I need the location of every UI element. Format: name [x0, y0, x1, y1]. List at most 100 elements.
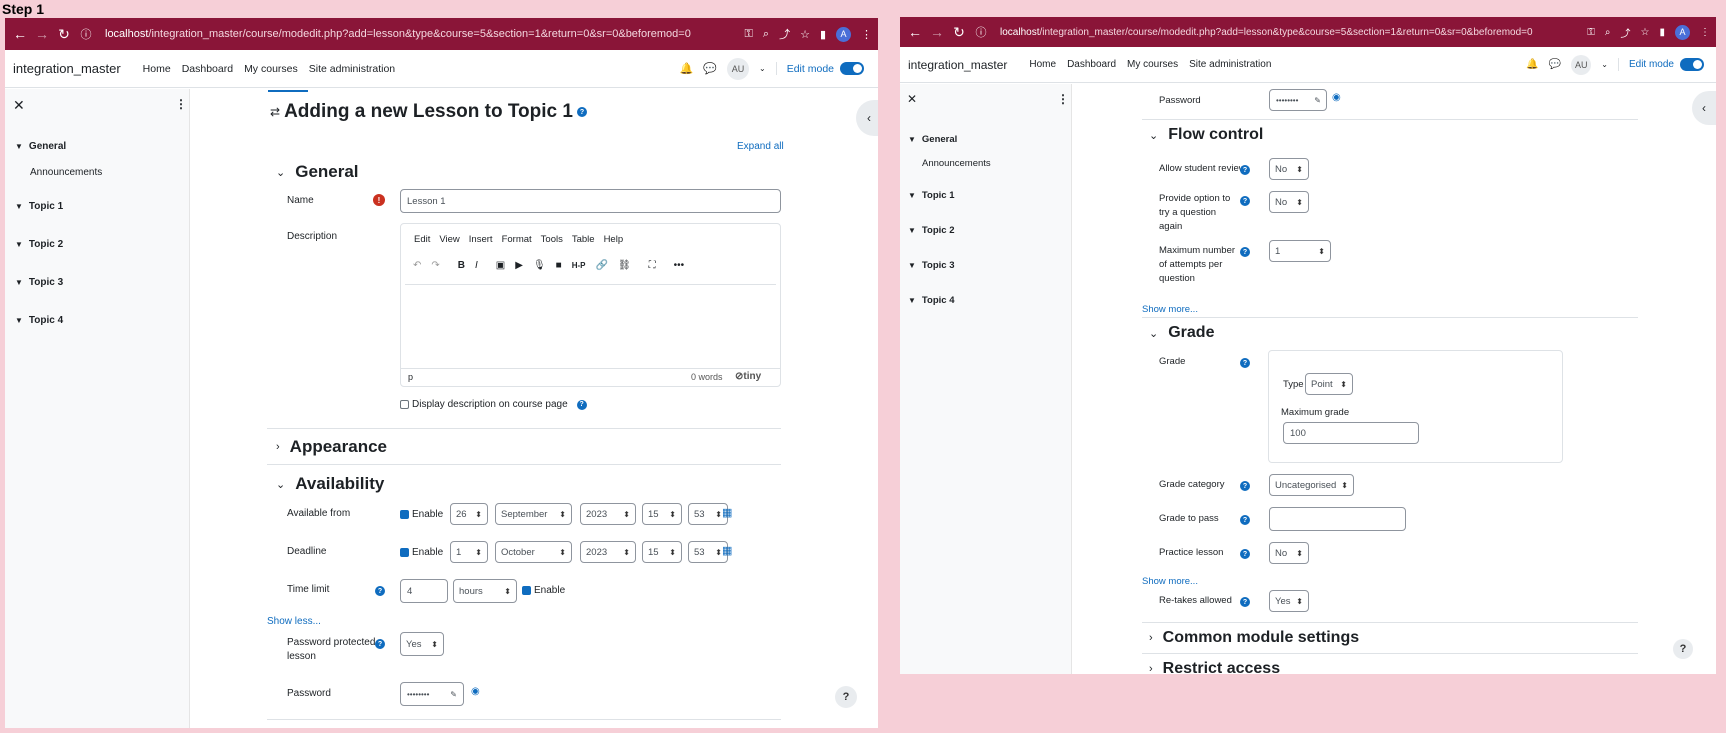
help-icon[interactable]: ?	[1240, 515, 1250, 525]
h5p-icon[interactable]: H-P	[572, 261, 586, 270]
deadline-enable[interactable]: Enable	[400, 547, 443, 558]
forward-icon[interactable]: →	[926, 24, 948, 40]
pencil-icon[interactable]: ✎	[450, 690, 457, 699]
retakes-select[interactable]: Yes	[1269, 590, 1309, 612]
edit-mode-toggle[interactable]: Edit mode	[775, 62, 864, 75]
enable-checkbox[interactable]	[400, 548, 409, 557]
grade-category-select[interactable]: Uncategorised	[1269, 474, 1354, 496]
editor-menu-edit[interactable]: Edit	[414, 234, 430, 245]
editor-menu-tools[interactable]: Tools	[541, 234, 563, 245]
toggle-switch[interactable]	[840, 62, 864, 75]
italic-icon[interactable]: I	[475, 260, 478, 271]
section-restrict-access[interactable]: › Restrict access	[1149, 660, 1280, 674]
help-icon[interactable]: ?	[1240, 165, 1250, 175]
nav-site-admin[interactable]: Site administration	[309, 63, 395, 75]
menu-icon[interactable]: ⋮	[1700, 27, 1710, 38]
sidepanel-icon[interactable]: ▮	[820, 28, 826, 41]
drawer-item-announcements[interactable]: Announcements	[922, 158, 991, 169]
display-description-checkbox[interactable]	[400, 400, 409, 409]
back-icon[interactable]: ←	[904, 24, 926, 40]
chevron-down-icon[interactable]: ⌄	[1601, 60, 1608, 69]
user-avatar[interactable]: AU	[1571, 54, 1592, 75]
image-icon[interactable]: ▣	[496, 260, 505, 271]
redo-icon[interactable]: ↷	[431, 260, 439, 271]
site-brand[interactable]: integration_master	[13, 61, 121, 76]
description-editor[interactable]: Edit View Insert Format Tools Table Help…	[400, 223, 781, 387]
editor-menu-table[interactable]: Table	[572, 234, 595, 245]
nav-my-courses[interactable]: My courses	[1127, 59, 1178, 70]
chevron-down-icon[interactable]: ⌄	[759, 64, 766, 73]
password-field[interactable]: •••••••• ✎	[1269, 89, 1327, 111]
nav-dashboard[interactable]: Dashboard	[182, 63, 233, 75]
help-button[interactable]: ?	[835, 686, 857, 708]
sidepanel-icon[interactable]: ▮	[1659, 27, 1665, 38]
key-icon[interactable]: ⚿	[1587, 27, 1595, 38]
help-icon[interactable]: ?	[576, 399, 587, 410]
help-icon[interactable]: ?	[1240, 247, 1250, 257]
address-bar[interactable]: localhost/integration_master/course/mode…	[105, 28, 745, 40]
help-icon[interactable]: ?	[1240, 549, 1250, 559]
time-limit-enable[interactable]: Enable	[522, 585, 565, 596]
zoom-icon[interactable]: ⌕	[1605, 27, 1611, 38]
deadline-month-select[interactable]: October	[495, 541, 572, 563]
show-more-link[interactable]: Show more...	[1142, 304, 1198, 315]
show-less-link[interactable]: Show less...	[267, 616, 321, 627]
undo-icon[interactable]: ↶	[413, 260, 421, 271]
allow-review-select[interactable]: No	[1269, 158, 1309, 180]
bold-icon[interactable]: B	[458, 260, 465, 271]
help-icon[interactable]: ?	[1240, 481, 1250, 491]
edit-mode-toggle[interactable]: Edit mode	[1617, 58, 1704, 71]
deadline-day-select[interactable]: 1	[450, 541, 488, 563]
reload-icon[interactable]: ↻	[948, 24, 970, 41]
more-icon[interactable]: •••	[674, 260, 685, 271]
user-avatar[interactable]: AU	[727, 57, 750, 80]
expand-all-link[interactable]: Expand all	[737, 141, 784, 152]
editor-menu-help[interactable]: Help	[604, 234, 624, 245]
available-from-enable[interactable]: Enable	[400, 509, 443, 520]
nav-dashboard[interactable]: Dashboard	[1067, 59, 1116, 70]
back-icon[interactable]: ←	[9, 26, 31, 42]
drawer-section-topic2[interactable]: ▼ Topic 2	[908, 225, 954, 236]
help-icon[interactable]: ?	[1240, 196, 1250, 206]
help-icon[interactable]: ?	[1240, 597, 1250, 607]
try-again-select[interactable]: No	[1269, 191, 1309, 213]
help-icon[interactable]: ?	[375, 586, 385, 596]
editor-menu-insert[interactable]: Insert	[469, 234, 493, 245]
drawer-section-general[interactable]: ▼ General	[908, 134, 957, 145]
message-icon[interactable]: 💬	[703, 62, 717, 75]
site-brand[interactable]: integration_master	[908, 58, 1007, 72]
bell-icon[interactable]: 🔔	[1526, 59, 1538, 70]
help-icon[interactable]: ?	[576, 107, 587, 117]
toggle-switch[interactable]	[1680, 58, 1704, 71]
section-flow-control[interactable]: ⌄ Flow control	[1149, 126, 1263, 144]
profile-avatar[interactable]: A	[1675, 24, 1690, 40]
name-input[interactable]: Lesson 1	[400, 189, 781, 213]
unlink-icon[interactable]: ⛓	[618, 260, 631, 271]
more-icon[interactable]: ⋮	[175, 97, 187, 111]
available-hour-select[interactable]: 15	[642, 503, 682, 525]
close-icon[interactable]: ✕	[907, 92, 917, 106]
share-icon[interactable]: ⤴	[779, 26, 790, 42]
section-general[interactable]: ⌄ General	[276, 162, 359, 182]
close-icon[interactable]: ✕	[13, 97, 25, 114]
zoom-icon[interactable]: ⌕	[763, 28, 769, 41]
eye-icon[interactable]: ◉	[1332, 92, 1341, 103]
drawer-section-topic1[interactable]: ▼ Topic 1	[15, 201, 63, 212]
link-icon[interactable]: 🔗	[595, 260, 607, 271]
star-icon[interactable]: ☆	[1641, 27, 1650, 38]
calendar-icon[interactable]: ▦	[722, 544, 732, 557]
editor-menu-format[interactable]: Format	[502, 234, 532, 245]
address-bar[interactable]: localhost/integration_master/course/mode…	[1000, 27, 1587, 38]
reload-icon[interactable]: ↻	[53, 26, 75, 43]
grade-type-select[interactable]: Point	[1305, 373, 1353, 395]
practice-lesson-select[interactable]: No	[1269, 542, 1309, 564]
key-icon[interactable]: ⚿	[745, 28, 753, 41]
enable-checkbox[interactable]	[400, 510, 409, 519]
grade-to-pass-input[interactable]	[1269, 507, 1406, 531]
help-icon[interactable]: ?	[1240, 358, 1250, 368]
help-button[interactable]: ?	[1673, 639, 1693, 659]
eye-icon[interactable]: ◉	[471, 686, 480, 697]
deadline-hour-select[interactable]: 15	[642, 541, 682, 563]
site-info-icon[interactable]: ⓘ	[970, 24, 992, 40]
available-month-select[interactable]: September	[495, 503, 572, 525]
